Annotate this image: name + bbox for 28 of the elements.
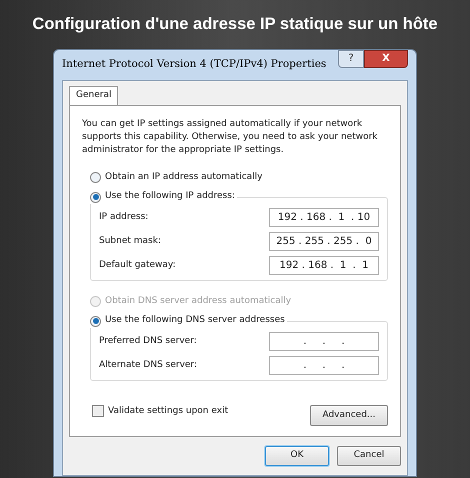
ip-address-field[interactable]: . . . [269, 356, 379, 375]
radio-button[interactable] [90, 172, 101, 183]
checkbox[interactable] [92, 405, 104, 418]
ip-address-field[interactable]: 192 . 168 . 1 . 10 [269, 208, 379, 227]
advanced-button[interactable]: Advanced... [310, 404, 388, 426]
window-title: Internet Protocol Version 4 (TCP/IPv4) Properties [62, 56, 326, 72]
radio-button[interactable] [90, 316, 101, 326]
field-label: Subnet mask: [99, 234, 161, 248]
ip-address-field[interactable]: 255 . 255 . 255 . 0 [269, 232, 379, 251]
checkbox-label: Validate settings upon exit [108, 404, 228, 418]
close-button[interactable]: X [364, 50, 408, 68]
tab[interactable]: General [69, 86, 118, 105]
field-label: Alternate DNS server: [99, 358, 198, 372]
field-label: Default gateway: [99, 258, 176, 272]
dialog-button[interactable]: OK [265, 446, 329, 466]
field-label: IP address: [99, 210, 148, 224]
help-button[interactable]: ? [338, 50, 364, 68]
slide-title: Configuration d'une adresse IP statique sur un hôte [32, 14, 438, 35]
radio-button[interactable] [90, 192, 101, 202]
field-label: Preferred DNS server: [99, 334, 197, 348]
radio-label: Obtain DNS server address automatically [105, 294, 292, 308]
radio-label: Use the following IP address: [105, 190, 235, 204]
radio-label: Use the following DNS server addresses [105, 314, 285, 328]
ip-address-field[interactable]: . . . [269, 332, 379, 351]
dialog-button[interactable]: Cancel [337, 446, 401, 466]
intro-text: You can get IP settings assigned automatically if your network supports this capability. Otherwise, you need to ask your network administrator for the appropriate IP settings. [82, 118, 379, 157]
ip-address-field[interactable]: 192 . 168 . 1 . 1 [269, 256, 379, 275]
radio-label: Obtain an IP address automatically [105, 170, 263, 184]
